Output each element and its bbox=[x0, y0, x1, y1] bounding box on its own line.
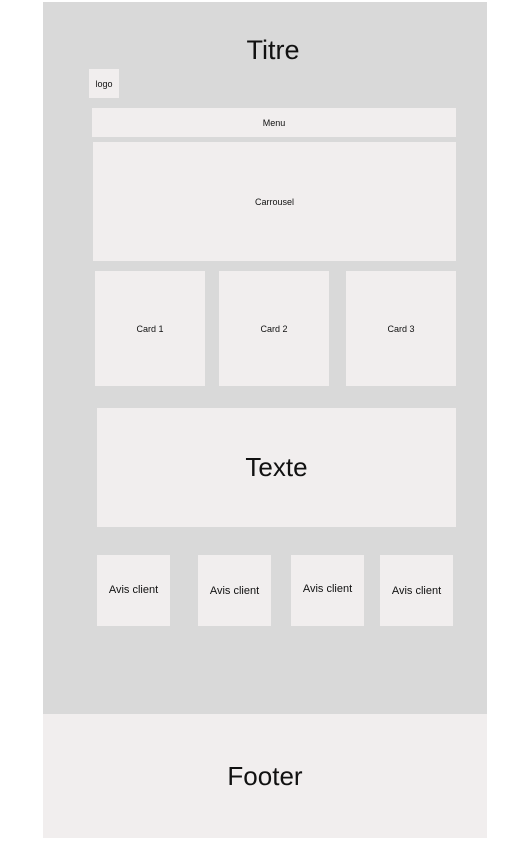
logo[interactable]: logo bbox=[89, 69, 119, 98]
review-1[interactable]: Avis client bbox=[97, 555, 170, 626]
card-2[interactable]: Card 2 bbox=[219, 271, 329, 386]
review-4[interactable]: Avis client bbox=[380, 555, 453, 626]
text-block-label: Texte bbox=[245, 452, 308, 482]
card-label: Card 1 bbox=[136, 323, 164, 334]
review-label: Avis client bbox=[391, 584, 442, 597]
carousel[interactable]: Carrousel bbox=[93, 142, 456, 261]
review-3[interactable]: Avis client bbox=[291, 555, 364, 626]
text-block: Texte bbox=[97, 408, 456, 527]
review-label: Avis client bbox=[209, 584, 260, 597]
page-title: Titre bbox=[246, 35, 300, 65]
review-label: Avis client bbox=[302, 582, 353, 595]
card-3[interactable]: Card 3 bbox=[346, 271, 456, 386]
card-1[interactable]: Card 1 bbox=[95, 271, 205, 386]
review-label: Avis client bbox=[108, 583, 159, 596]
logo-label: logo bbox=[95, 78, 113, 89]
card-label: Card 2 bbox=[260, 323, 288, 334]
menu-label: Menu bbox=[262, 117, 286, 128]
carousel-label: Carrousel bbox=[254, 196, 294, 207]
review-2[interactable]: Avis client bbox=[198, 555, 271, 626]
footer: Footer bbox=[43, 714, 487, 838]
menu-bar[interactable]: Menu bbox=[92, 108, 456, 137]
footer-label: Footer bbox=[227, 760, 303, 791]
card-label: Card 3 bbox=[387, 323, 415, 334]
